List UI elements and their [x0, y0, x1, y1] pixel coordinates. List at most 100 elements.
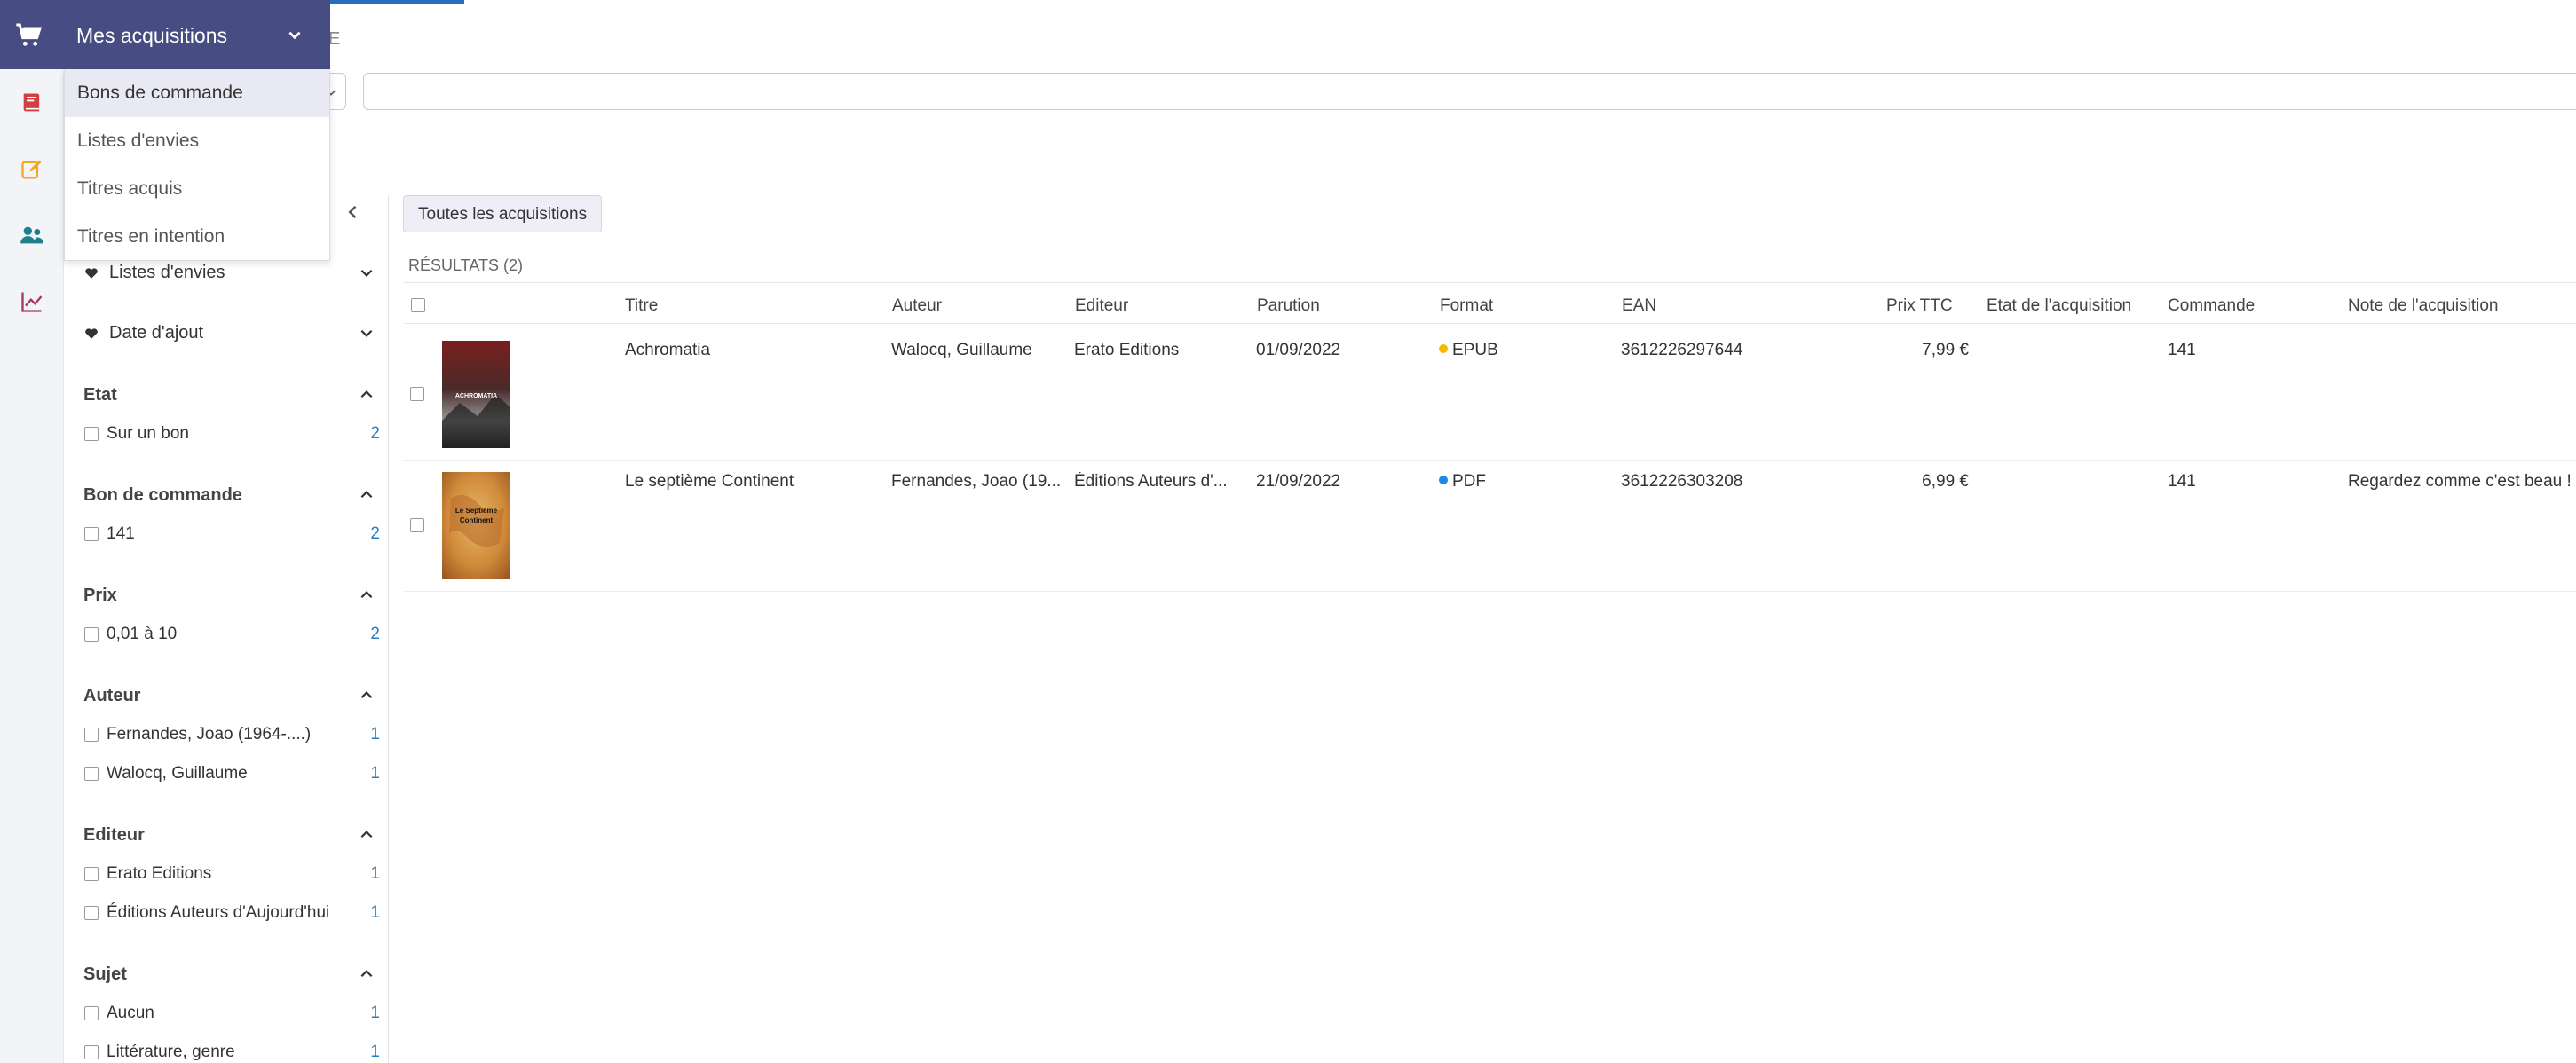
column-header-titre[interactable]: Titre — [625, 296, 658, 316]
column-header-prix[interactable]: Prix TTC — [1886, 296, 1953, 316]
facet-option[interactable]: 0,01 à 10 — [84, 625, 177, 644]
facet-title-prix: Prix — [83, 586, 117, 605]
menu-item-titres-en-intention[interactable]: Titres en intention — [65, 213, 329, 261]
cell-parution: 01/09/2022 — [1256, 341, 1341, 359]
facet-title-date-ajout[interactable]: Date d'ajout — [109, 323, 203, 343]
menu-item-listes-envies[interactable]: Listes d'envies — [65, 117, 329, 165]
column-header-format[interactable]: Format — [1440, 296, 1493, 316]
cell-commande[interactable]: 141 — [2168, 341, 2196, 360]
checkbox[interactable] — [84, 867, 99, 881]
format-label: PDF — [1452, 472, 1486, 491]
checkbox[interactable] — [84, 1006, 99, 1020]
table-divider — [404, 282, 2576, 283]
column-header-commande[interactable]: Commande — [2168, 296, 2255, 316]
facet-title-sujet: Sujet — [83, 965, 127, 984]
column-header-ean[interactable]: EAN — [1622, 296, 1656, 316]
chevron-up-icon[interactable] — [359, 827, 375, 843]
chevron-up-icon[interactable] — [359, 966, 375, 982]
facet-option-label: Aucun — [107, 1004, 154, 1022]
chevron-down-icon[interactable] — [359, 325, 375, 341]
cell-auteur: Fernandes, Joao (19... — [891, 472, 1062, 491]
chevron-up-icon[interactable] — [359, 688, 375, 704]
facet-count: 1 — [370, 764, 380, 783]
checkbox[interactable] — [84, 627, 99, 642]
facet-count: 1 — [370, 1043, 380, 1061]
facet-option-label: Sur un bon — [107, 424, 189, 443]
checkbox[interactable] — [84, 527, 99, 541]
cell-auteur: Walocq, Guillaume — [891, 341, 1032, 359]
column-header-auteur[interactable]: Auteur — [892, 296, 942, 316]
facet-option[interactable]: Walocq, Guillaume — [84, 764, 248, 783]
cell-editeur: Erato Editions — [1074, 341, 1180, 359]
checkbox[interactable] — [84, 728, 99, 742]
acquisitions-dropdown-menu: Bons de commande Listes d'envies Titres … — [64, 69, 330, 261]
heart-icon — [85, 268, 98, 279]
row-checkbox[interactable] — [410, 387, 424, 401]
facet-option-label: Walocq, Guillaume — [107, 764, 248, 783]
chart-icon[interactable] — [9, 279, 55, 325]
facet-option-label: Fernandes, Joao (1964-....) — [107, 725, 312, 744]
facet-count: 1 — [370, 1004, 380, 1022]
chevron-down-icon[interactable] — [359, 264, 375, 280]
select-all-checkbox[interactable] — [411, 298, 425, 312]
chevron-down-icon — [288, 31, 301, 40]
checkbox[interactable] — [84, 767, 99, 781]
facet-option[interactable]: 141 — [84, 524, 135, 544]
collapse-sidebar-icon[interactable] — [344, 203, 362, 221]
checkbox[interactable] — [84, 906, 99, 920]
row-checkbox[interactable] — [410, 518, 424, 532]
cell-prix: 7,99 € — [1922, 341, 1969, 359]
cell-note: Regardez comme c'est beau ! — [2348, 472, 2572, 491]
book-icon[interactable] — [9, 80, 55, 126]
cell-parution: 21/09/2022 — [1256, 472, 1341, 491]
facet-option-label: 0,01 à 10 — [107, 625, 178, 643]
column-header-etat[interactable]: Etat de l'acquisition — [1987, 296, 2131, 316]
facet-count: 2 — [370, 424, 380, 443]
icon-rail — [0, 0, 64, 1063]
all-acquisitions-button[interactable]: Toutes les acquisitions — [403, 195, 603, 232]
sidebar-divider — [388, 195, 389, 1063]
column-header-note[interactable]: Note de l'acquisition — [2348, 296, 2498, 316]
users-icon[interactable] — [9, 212, 55, 258]
chevron-up-icon[interactable] — [359, 387, 375, 403]
facet-option-label: Erato Editions — [107, 864, 212, 883]
menu-item-titres-acquis[interactable]: Titres acquis — [65, 165, 329, 213]
facet-title-editeur: Editeur — [83, 825, 145, 845]
acquisitions-menu-toggle[interactable]: Mes acquisitions — [0, 0, 330, 69]
row-divider — [404, 591, 2576, 592]
menu-item-bons-de-commande[interactable]: Bons de commande — [65, 69, 329, 117]
facet-count: 1 — [370, 725, 380, 744]
facet-option[interactable]: Littérature, genre — [84, 1043, 235, 1062]
checkbox[interactable] — [84, 1045, 99, 1059]
facet-option[interactable]: Fernandes, Joao (1964-....) — [84, 725, 311, 744]
heart-icon — [85, 328, 98, 339]
facet-option[interactable]: Aucun — [84, 1004, 154, 1023]
facet-title-wishlist[interactable]: Listes d'envies — [109, 263, 225, 283]
checkbox[interactable] — [84, 427, 99, 441]
facet-option[interactable]: Erato Editions — [84, 864, 211, 884]
facet-count: 1 — [370, 903, 380, 922]
column-header-parution[interactable]: Parution — [1257, 296, 1320, 316]
facet-option-label: Éditions Auteurs d'Aujourd'hui — [107, 903, 330, 922]
search-input[interactable] — [363, 73, 2576, 110]
table-header-divider — [404, 323, 2576, 324]
facet-option-label: Littérature, genre — [107, 1043, 235, 1061]
cell-titre[interactable]: Achromatia — [625, 341, 873, 360]
cover-title-text: ACHROMATIA — [455, 393, 497, 399]
book-cover-image[interactable]: Le Septième Continent — [442, 472, 510, 579]
facet-count: 2 — [370, 625, 380, 643]
chevron-up-icon[interactable] — [359, 487, 375, 503]
tab-label-fragment[interactable]: E — [328, 29, 341, 50]
cell-commande[interactable]: 141 — [2168, 472, 2196, 492]
cell-editeur: Éditions Auteurs d'... — [1074, 472, 1228, 491]
book-cover-image[interactable]: ACHROMATIA — [442, 341, 510, 448]
facet-option[interactable]: Éditions Auteurs d'Aujourd'hui — [84, 903, 329, 923]
column-header-editeur[interactable]: Editeur — [1075, 296, 1128, 316]
format-epub-dot-icon — [1439, 343, 1448, 353]
facet-count: 2 — [370, 524, 380, 543]
edit-icon[interactable] — [9, 146, 55, 193]
facet-option[interactable]: Sur un bon — [84, 424, 189, 444]
chevron-up-icon[interactable] — [359, 587, 375, 603]
cell-titre[interactable]: Le septième Continent — [625, 472, 882, 492]
facet-title-etat: Etat — [83, 385, 117, 405]
